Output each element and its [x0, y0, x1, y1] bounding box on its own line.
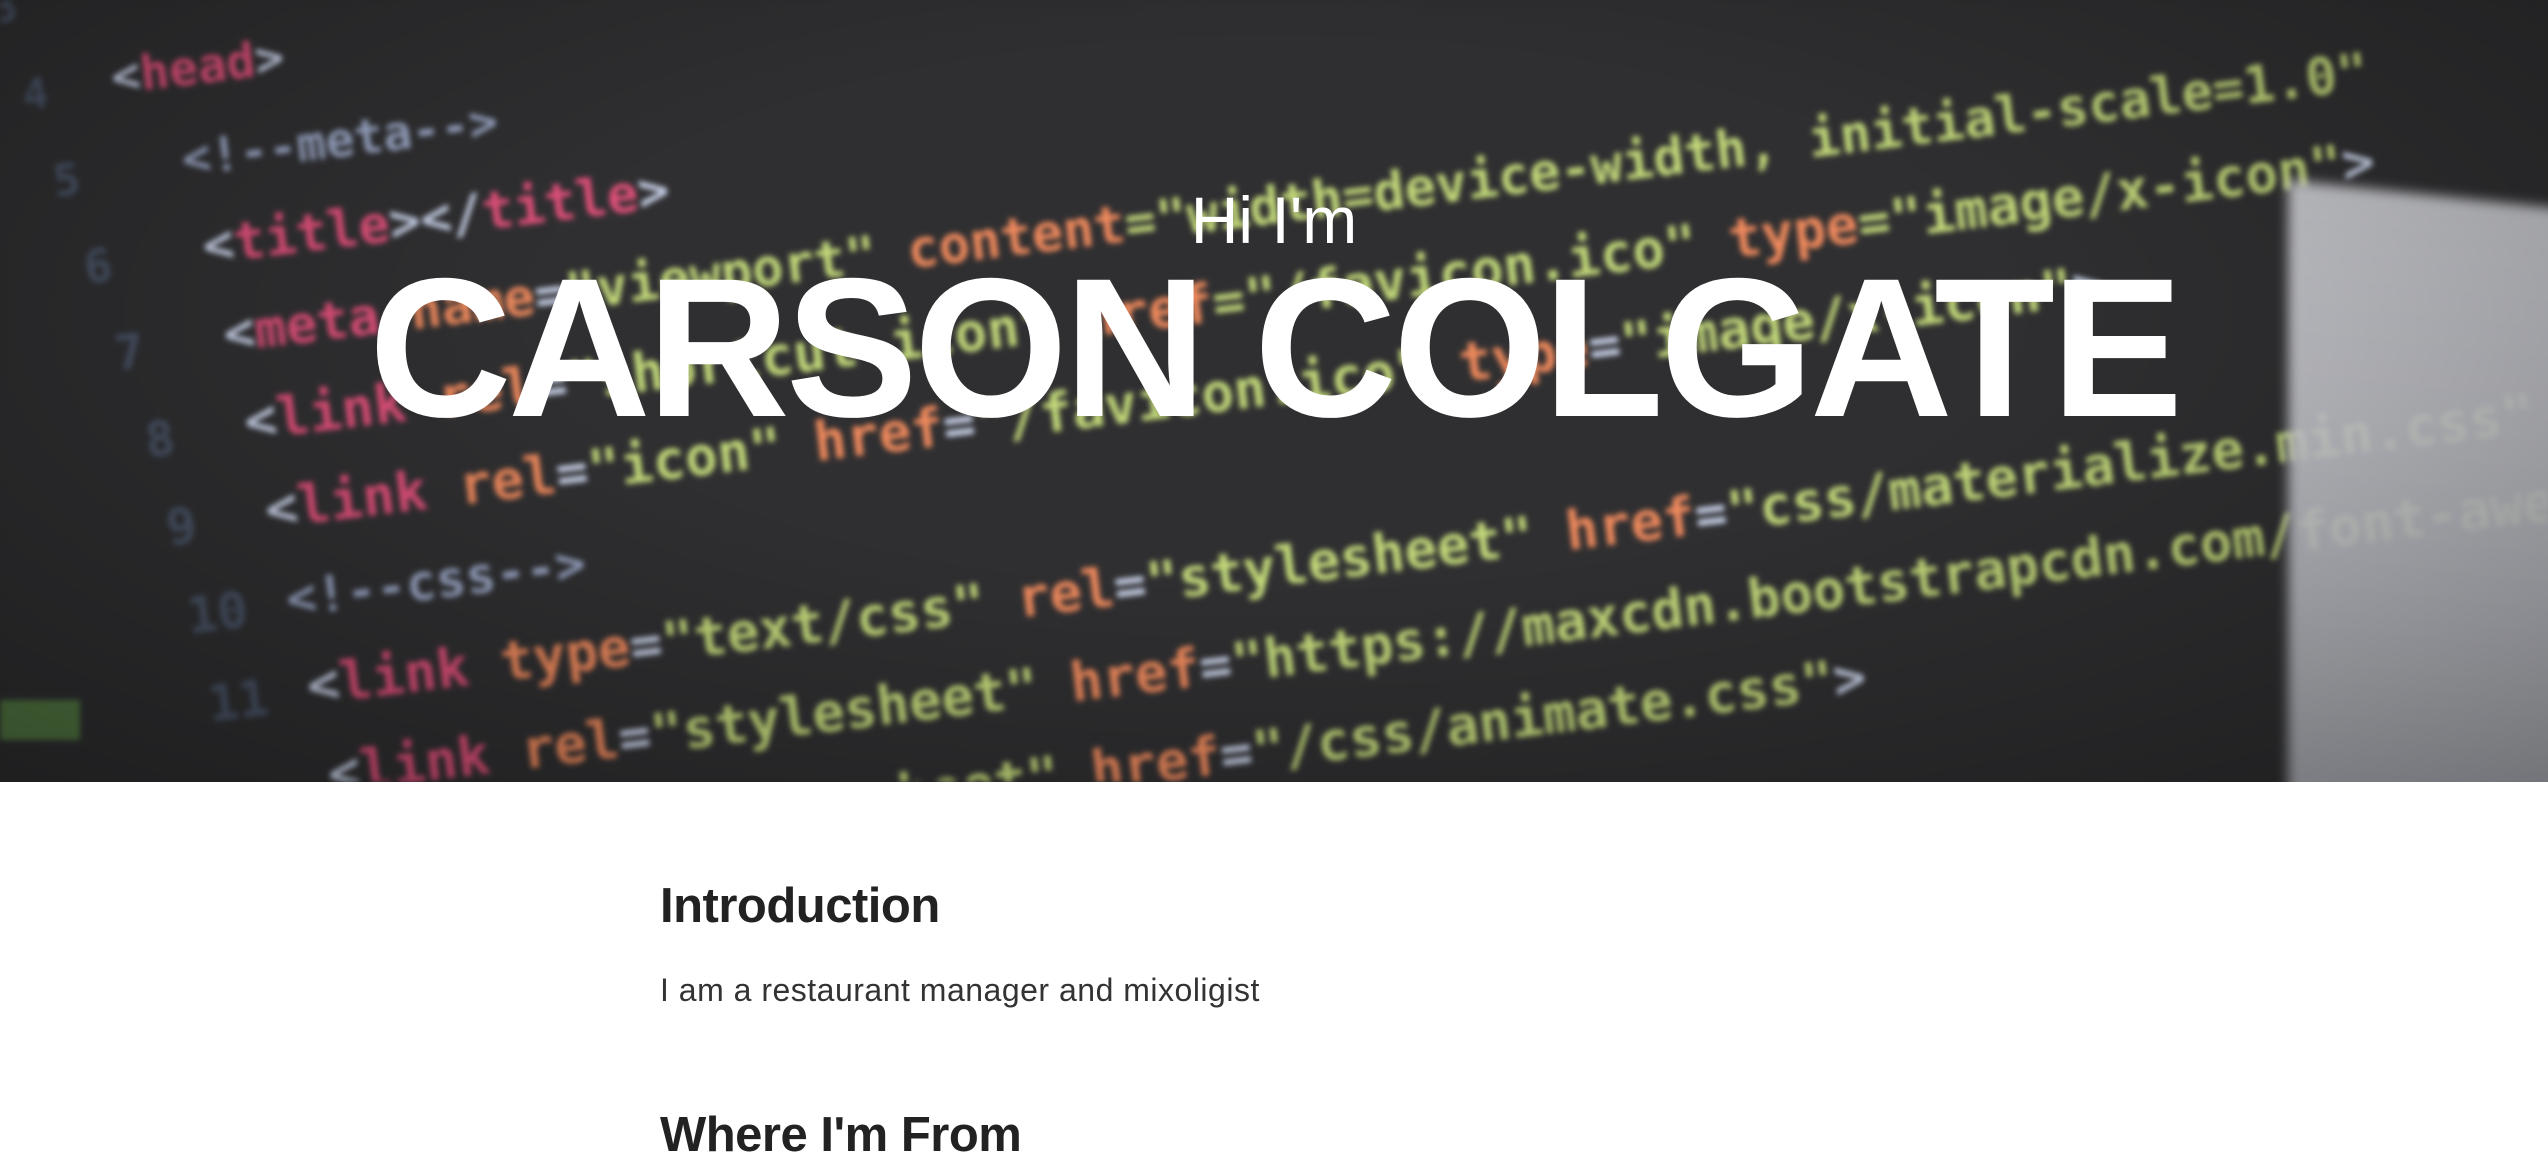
introduction-text: I am a restaurant manager and mixoligist: [660, 972, 1260, 1008]
origin-heading: Where I'm From: [660, 1108, 1022, 1162]
hero-name: CARSON COLGATE: [368, 237, 2183, 458]
hero-banner: 3 4 5 6 7 8 9 10 11 <head> <!--meta--> <…: [0, 0, 2548, 782]
introduction-heading: Introduction: [660, 879, 940, 933]
